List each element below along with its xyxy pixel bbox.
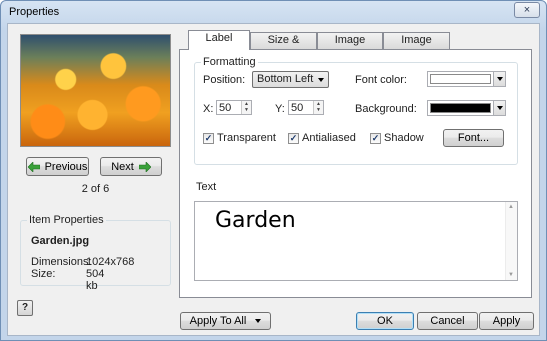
help-button[interactable]: ? — [17, 300, 33, 316]
next-label: Next — [111, 160, 134, 173]
tab-image-effects[interactable]: Image Effects — [383, 32, 450, 61]
tab-size-position[interactable]: Size & Position — [250, 32, 317, 61]
check-icon: ✓ — [288, 132, 299, 144]
shadow-checkbox[interactable]: ✓ Shadow — [370, 132, 424, 144]
previous-label: Previous — [44, 160, 88, 173]
background-label: Background: — [355, 103, 417, 115]
scroll-up-icon[interactable]: ▲ — [508, 204, 514, 210]
cancel-button[interactable]: Cancel — [417, 312, 478, 330]
check-icon: ✓ — [370, 132, 381, 144]
file-name: Garden.jpg — [31, 235, 90, 247]
scroll-down-icon[interactable]: ▼ — [508, 272, 514, 278]
check-icon: ✓ — [203, 132, 214, 144]
font-color-swatch — [430, 74, 491, 84]
next-button[interactable]: Next — [100, 157, 162, 176]
tab-image[interactable]: Image — [317, 32, 383, 49]
y-updown[interactable]: ▲ ▼ — [313, 101, 323, 114]
formatting-group: Formatting Position: Bottom Left Font co… — [194, 56, 518, 165]
tab-label[interactable]: Label — [188, 30, 250, 50]
transparent-checkbox[interactable]: ✓ Transparent — [203, 132, 276, 144]
position-label: Position: — [203, 74, 246, 86]
dialog-client: Previous Next 2 of 6 Item Properties Gar… — [7, 23, 540, 336]
chevron-down-icon — [255, 319, 262, 323]
image-counter: 2 of 6 — [81, 183, 110, 195]
shadow-label: Shadow — [384, 132, 424, 144]
antialiased-label: Antialiased — [302, 132, 356, 144]
transparent-label: Transparent — [217, 132, 276, 144]
y-label: Y: — [275, 103, 285, 115]
size-value: 504 kb — [86, 268, 105, 292]
apply-button[interactable]: Apply — [479, 312, 534, 330]
properties-window: Properties × Previous Next 2 of 6 Item P… — [0, 0, 547, 341]
position-value: Bottom Left — [257, 73, 314, 85]
dimensions-row: Dimensions: 1024x768 — [31, 256, 134, 268]
size-row: Size: 504 kb — [31, 268, 104, 292]
label-tab-panel: Formatting Position: Bottom Left Font co… — [179, 49, 532, 298]
chevron-down-icon — [497, 106, 503, 110]
background-swatch — [430, 103, 491, 113]
font-color-label: Font color: — [355, 74, 407, 86]
ok-button[interactable]: OK — [356, 312, 414, 330]
item-properties-group: Item Properties Garden.jpg Dimensions: 1… — [20, 214, 171, 292]
window-title: Properties — [9, 6, 60, 18]
background-color-picker[interactable] — [427, 100, 506, 116]
arrow-left-icon — [27, 161, 40, 172]
y-spinner[interactable]: 50 ▲ ▼ — [288, 100, 324, 115]
text-group-title: Text — [194, 181, 219, 193]
label-text-value: Garden — [215, 208, 296, 233]
arrow-right-icon — [138, 161, 151, 172]
font-color-picker[interactable] — [427, 71, 506, 87]
x-spinner[interactable]: 50 ▲ ▼ — [216, 100, 252, 115]
x-updown[interactable]: ▲ ▼ — [241, 101, 251, 114]
title-bar: Properties × — [1, 1, 546, 23]
y-value: 50 — [291, 102, 304, 114]
background-dropdown[interactable] — [493, 101, 505, 115]
preview-image — [20, 34, 171, 147]
chevron-down-icon — [318, 78, 324, 82]
x-label: X: — [203, 103, 214, 115]
text-scrollbar[interactable]: ▲ ▼ — [505, 202, 517, 280]
apply-to-all-label: Apply To All — [189, 315, 247, 327]
label-text-area[interactable]: Garden ▲ ▼ — [194, 201, 518, 281]
antialiased-checkbox[interactable]: ✓ Antialiased — [288, 132, 356, 144]
font-button[interactable]: Font... — [443, 129, 504, 147]
apply-to-all-button[interactable]: Apply To All — [180, 312, 271, 330]
previous-button[interactable]: Previous — [26, 157, 89, 176]
size-label: Size: — [31, 268, 56, 280]
x-value: 50 — [219, 102, 232, 114]
dimensions-label: Dimensions: — [31, 256, 92, 268]
item-properties-title: Item Properties — [27, 214, 106, 226]
chevron-down-icon — [497, 77, 503, 81]
font-color-dropdown[interactable] — [493, 72, 505, 86]
dimensions-value: 1024x768 — [86, 256, 135, 268]
close-button[interactable]: × — [514, 2, 540, 18]
position-select[interactable]: Bottom Left — [252, 71, 329, 88]
formatting-title: Formatting — [201, 56, 258, 68]
